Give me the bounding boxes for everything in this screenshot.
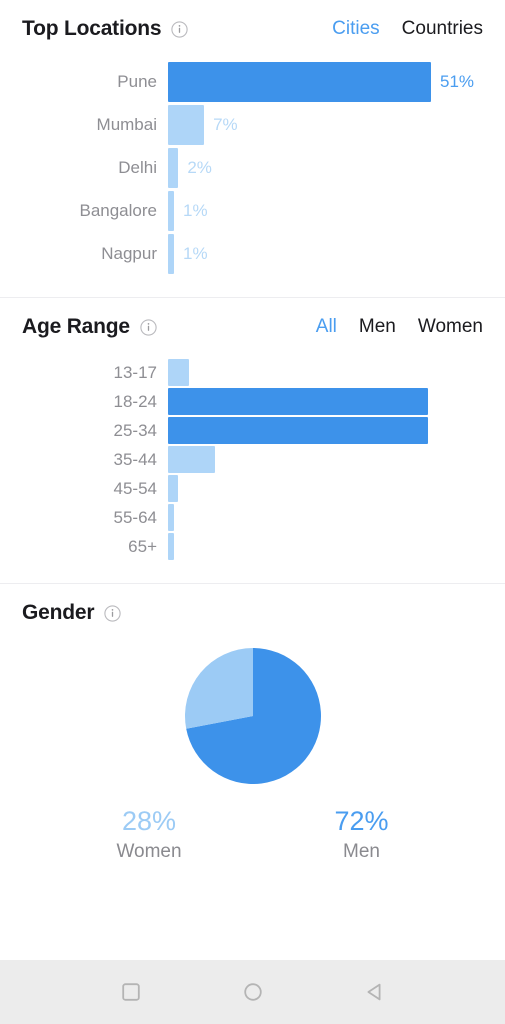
bar-label: 35-44	[113, 449, 157, 469]
bar-label: Bangalore	[79, 200, 157, 220]
bar-fill	[168, 446, 215, 473]
bar-fill	[168, 388, 428, 415]
bar-track	[168, 358, 505, 387]
section-age-range: Age Range All Men Women 13-17 18-24 25-3…	[0, 297, 505, 583]
bar-label: Pune	[117, 71, 157, 91]
pie-slice-women	[184, 648, 253, 729]
bar-track: 7%	[168, 103, 505, 146]
android-navigation-bar	[0, 960, 505, 1024]
table-row: Pune 51%	[0, 60, 505, 103]
table-row: Nagpur 1%	[0, 232, 505, 275]
analytics-content: Top Locations Cities Countries Pune 51% …	[0, 0, 505, 960]
bar-track: 1%	[168, 232, 505, 275]
bar-track	[168, 503, 505, 532]
table-row: 18-24	[0, 387, 505, 416]
table-row: 65+	[0, 532, 505, 561]
age-range-title: Age Range	[22, 315, 130, 338]
home-circle-icon[interactable]	[227, 970, 279, 1014]
tab-all[interactable]: All	[316, 316, 337, 338]
bar-value: 2%	[187, 157, 212, 177]
gender-title: Gender	[22, 601, 95, 624]
women-percentage: 28%	[121, 806, 177, 836]
bar-label: 18-24	[113, 391, 157, 411]
tab-cities[interactable]: Cities	[332, 18, 380, 40]
gender-header: Gender	[0, 584, 505, 628]
bar-fill	[168, 147, 179, 188]
bar-fill	[168, 359, 189, 386]
bar-label: 13-17	[113, 362, 157, 382]
tab-countries[interactable]: Countries	[402, 18, 483, 40]
top-locations-bar-chart: Pune 51% Mumbai 7% Delhi 2% Bangalore 1%…	[0, 44, 505, 297]
section-gender: Gender 28% Women 72% Men	[0, 583, 505, 890]
table-row: 35-44	[0, 445, 505, 474]
bar-label: 65+	[128, 536, 157, 556]
table-row: 25-34	[0, 416, 505, 445]
bar-value: 51%	[440, 71, 475, 91]
bar-track	[168, 387, 505, 416]
age-range-tabs: All Men Women	[316, 316, 483, 338]
gender-pie-chart	[183, 646, 323, 786]
bar-fill	[168, 533, 174, 560]
info-circle-icon[interactable]	[171, 20, 188, 38]
bar-fill	[168, 104, 205, 145]
top-locations-tabs: Cities Countries	[332, 18, 483, 40]
bar-track	[168, 445, 505, 474]
bar-track	[168, 474, 505, 503]
bar-track: 1%	[168, 189, 505, 232]
bar-value: 1%	[183, 200, 208, 220]
bar-fill	[168, 417, 428, 444]
legend-item-women: 28% Women	[116, 806, 181, 863]
age-range-header: Age Range All Men Women	[0, 298, 505, 342]
bar-track	[168, 416, 505, 445]
bar-fill	[168, 61, 431, 102]
table-row: Delhi 2%	[0, 146, 505, 189]
tab-men[interactable]: Men	[359, 316, 396, 338]
gender-body: 28% Women 72% Men	[0, 628, 505, 889]
table-row: 13-17	[0, 358, 505, 387]
top-locations-header: Top Locations Cities Countries	[0, 0, 505, 44]
top-locations-title: Top Locations	[22, 17, 162, 40]
info-circle-icon[interactable]	[104, 604, 121, 622]
bar-label: 55-64	[113, 507, 157, 527]
table-row: 55-64	[0, 503, 505, 532]
recents-square-icon[interactable]	[105, 970, 157, 1014]
men-percentage: 72%	[334, 806, 389, 836]
bar-label: 45-54	[113, 478, 157, 498]
app-screen: Top Locations Cities Countries Pune 51% …	[0, 0, 505, 1024]
section-top-locations: Top Locations Cities Countries Pune 51% …	[0, 0, 505, 297]
legend-item-men: 72% Men	[334, 806, 388, 863]
info-circle-icon[interactable]	[140, 318, 157, 336]
women-label: Women	[116, 841, 182, 863]
age-range-bar-chart: 13-17 18-24 25-34 35-44 45-54 55-64 65+	[0, 342, 505, 583]
men-label: Men	[343, 841, 380, 863]
bar-track: 2%	[168, 146, 505, 189]
bar-track	[168, 532, 505, 561]
bar-label: Mumbai	[96, 114, 157, 134]
table-row: 45-54	[0, 474, 505, 503]
bar-fill	[168, 475, 179, 502]
table-row: Mumbai 7%	[0, 103, 505, 146]
bar-fill	[168, 233, 174, 274]
bar-label: Nagpur	[101, 243, 157, 263]
bar-fill	[168, 504, 174, 531]
bar-label: 25-34	[113, 420, 157, 440]
bar-value: 1%	[183, 243, 208, 263]
bar-label: Delhi	[118, 157, 157, 177]
back-triangle-icon[interactable]	[349, 970, 401, 1014]
bar-value: 7%	[213, 114, 238, 134]
bar-track: 51%	[168, 60, 505, 103]
bar-fill	[168, 190, 174, 231]
gender-legend: 28% Women 72% Men	[0, 806, 505, 863]
tab-women[interactable]: Women	[418, 316, 483, 338]
table-row: Bangalore 1%	[0, 189, 505, 232]
